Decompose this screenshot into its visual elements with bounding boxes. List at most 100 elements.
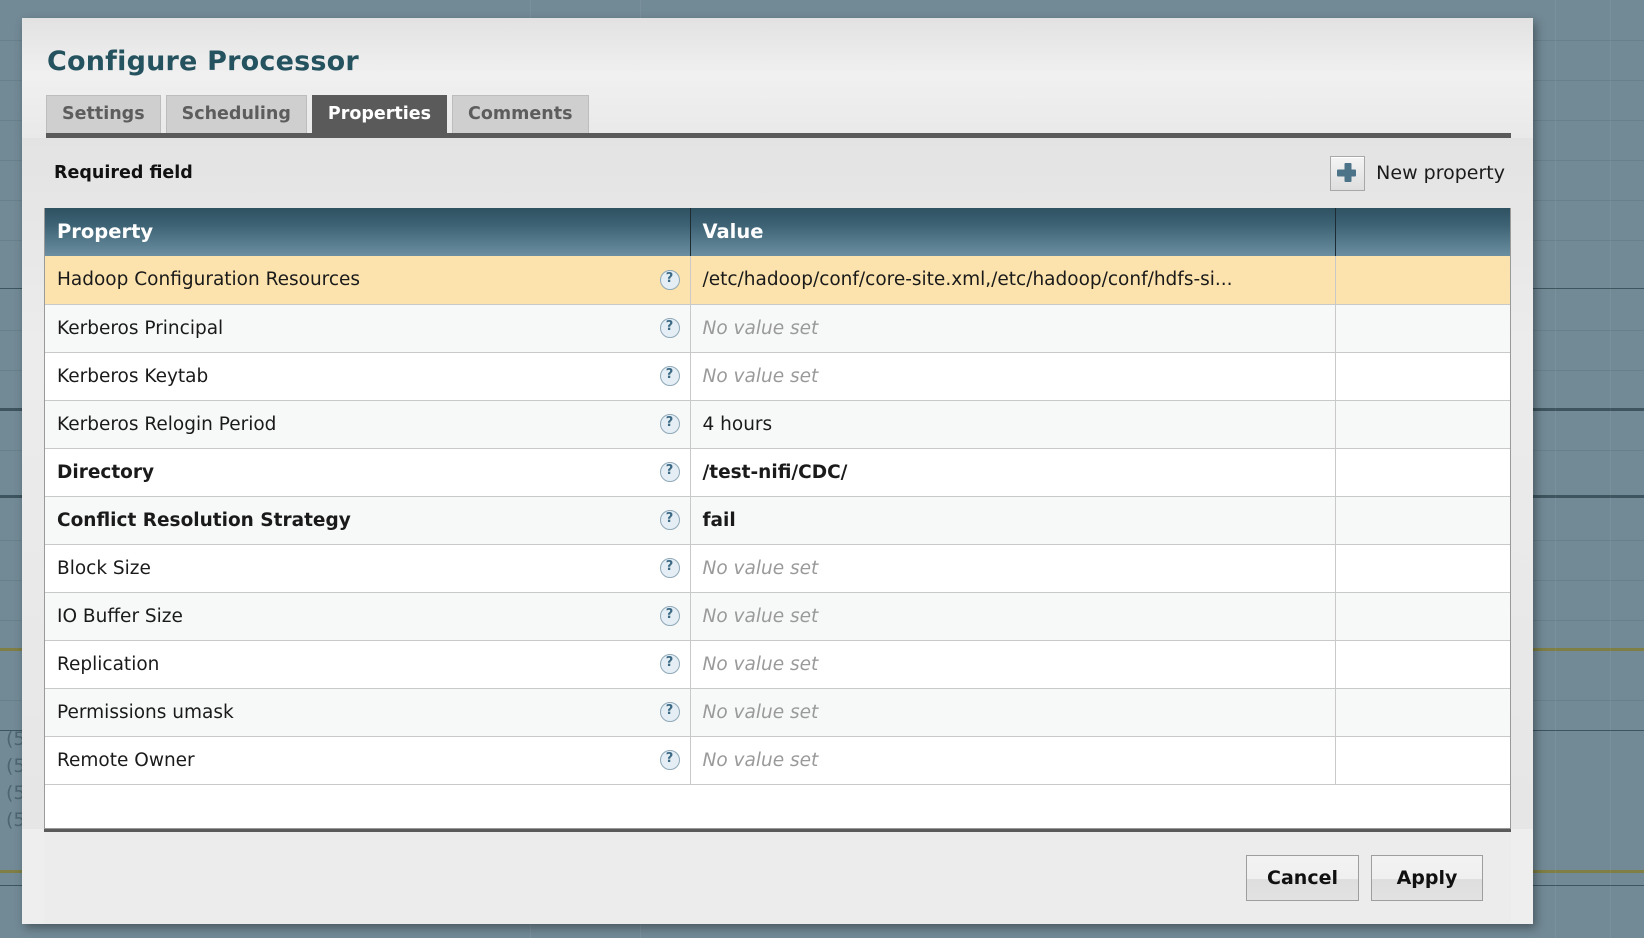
property-name: Kerberos Keytab (57, 366, 208, 387)
column-header-extra[interactable] (1335, 208, 1510, 256)
question-mark-icon[interactable]: ? (660, 510, 680, 530)
table-row[interactable]: Directory? /test-nifi/CDC/ (45, 448, 1510, 496)
property-name-cell[interactable]: Hadoop Configuration Resources? (45, 256, 690, 304)
property-value-cell[interactable]: 4 hours (690, 400, 1335, 448)
question-mark-icon[interactable]: ? (660, 462, 680, 482)
table-header-row: Property Value (45, 208, 1510, 256)
property-value: No value set (703, 366, 819, 387)
property-value: fail (703, 510, 736, 531)
property-name-cell[interactable]: Kerberos Keytab? (45, 352, 690, 400)
property-action-cell[interactable] (1335, 640, 1510, 688)
property-name: Permissions umask (57, 702, 234, 723)
apply-button[interactable]: Apply (1371, 855, 1483, 901)
property-value-cell[interactable]: No value set (690, 304, 1335, 352)
table-header: Property Value (45, 208, 1510, 256)
property-value-cell[interactable]: No value set (690, 688, 1335, 736)
question-mark-icon[interactable]: ? (660, 414, 680, 434)
question-mark-icon[interactable]: ? (660, 366, 680, 386)
dialog-footer: Cancel Apply (44, 829, 1511, 924)
page-title: Configure Processor (22, 18, 1533, 77)
table-row[interactable]: Kerberos Relogin Period? 4 hours (45, 400, 1510, 448)
table-row[interactable]: Hadoop Configuration Resources? /etc/hado… (45, 256, 1510, 304)
property-name-cell[interactable]: Conflict Resolution Strategy? (45, 496, 690, 544)
property-value-cell[interactable]: No value set (690, 736, 1335, 784)
property-name-cell[interactable]: Kerberos Relogin Period? (45, 400, 690, 448)
property-value: No value set (703, 750, 819, 771)
question-mark-icon[interactable]: ? (660, 654, 680, 674)
tab-scheduling[interactable]: Scheduling (166, 95, 307, 133)
property-value-cell[interactable]: /etc/hadoop/conf/core-site.xml,/etc/hado… (690, 256, 1335, 304)
property-name: Hadoop Configuration Resources (57, 269, 360, 290)
table-row[interactable]: Remote Owner? No value set (45, 736, 1510, 784)
property-value-cell[interactable]: No value set (690, 352, 1335, 400)
question-mark-icon[interactable]: ? (660, 606, 680, 626)
new-property-label: New property (1376, 162, 1505, 184)
property-value-cell[interactable]: No value set (690, 640, 1335, 688)
property-name: Remote Owner (57, 750, 195, 771)
property-action-cell[interactable] (1335, 736, 1510, 784)
property-action-cell[interactable] (1335, 304, 1510, 352)
new-property-button[interactable]: New property (1330, 156, 1505, 191)
property-name-cell[interactable]: Replication? (45, 640, 690, 688)
property-name-cell[interactable]: Directory? (45, 448, 690, 496)
property-action-cell[interactable] (1335, 544, 1510, 592)
tab-properties[interactable]: Properties (312, 95, 447, 133)
table-row[interactable]: Replication? No value set (45, 640, 1510, 688)
cancel-button[interactable]: Cancel (1246, 855, 1359, 901)
property-action-cell[interactable] (1335, 448, 1510, 496)
property-name: IO Buffer Size (57, 606, 183, 627)
table-row[interactable]: Conflict Resolution Strategy? fail (45, 496, 1510, 544)
question-mark-icon[interactable]: ? (660, 318, 680, 338)
table-row[interactable]: Kerberos Keytab? No value set (45, 352, 1510, 400)
question-mark-icon[interactable]: ? (660, 702, 680, 722)
tab-settings[interactable]: Settings (46, 95, 161, 133)
property-name: Block Size (57, 558, 151, 579)
properties-panel: Required field New property Property Val… (22, 138, 1533, 829)
property-name-cell[interactable]: Block Size? (45, 544, 690, 592)
property-action-cell[interactable] (1335, 400, 1510, 448)
property-name-cell[interactable]: IO Buffer Size? (45, 592, 690, 640)
property-name-cell[interactable]: Remote Owner? (45, 736, 690, 784)
property-action-cell[interactable] (1335, 688, 1510, 736)
tab-comments[interactable]: Comments (452, 95, 588, 133)
table-row[interactable]: Permissions umask? No value set (45, 688, 1510, 736)
property-value: No value set (703, 558, 819, 579)
canvas-gridline (1555, 0, 1556, 938)
property-value: No value set (703, 318, 819, 339)
plus-icon[interactable] (1330, 156, 1365, 191)
property-value-cell[interactable]: /test-nifi/CDC/ (690, 448, 1335, 496)
column-header-value[interactable]: Value (690, 208, 1335, 256)
configure-processor-dialog: Configure Processor Settings Scheduling … (22, 18, 1533, 924)
canvas-gridline (1610, 0, 1611, 938)
question-mark-icon[interactable]: ? (660, 750, 680, 770)
properties-table-container[interactable]: Property Value Hadoop Configuration Reso… (44, 208, 1511, 829)
column-header-property[interactable]: Property (45, 208, 690, 256)
question-mark-icon[interactable]: ? (660, 270, 680, 290)
property-action-cell[interactable] (1335, 592, 1510, 640)
table-row[interactable]: Block Size? No value set (45, 544, 1510, 592)
table-body: Hadoop Configuration Resources? /etc/hado… (45, 256, 1510, 784)
property-action-cell[interactable] (1335, 352, 1510, 400)
property-action-cell[interactable] (1335, 496, 1510, 544)
property-name-cell[interactable]: Kerberos Principal? (45, 304, 690, 352)
property-value: /test-nifi/CDC/ (703, 462, 848, 483)
table-row[interactable]: IO Buffer Size? No value set (45, 592, 1510, 640)
property-value: No value set (703, 654, 819, 675)
properties-toolbar: Required field New property (44, 138, 1511, 208)
property-value: No value set (703, 606, 819, 627)
properties-table: Property Value Hadoop Configuration Reso… (45, 208, 1510, 785)
property-name: Conflict Resolution Strategy (57, 510, 351, 531)
property-value: No value set (703, 702, 819, 723)
property-value-cell[interactable]: No value set (690, 544, 1335, 592)
property-action-cell[interactable] (1335, 256, 1510, 304)
table-row[interactable]: Kerberos Principal? No value set (45, 304, 1510, 352)
property-value-cell[interactable]: No value set (690, 592, 1335, 640)
property-value-cell[interactable]: fail (690, 496, 1335, 544)
property-value: 4 hours (703, 414, 773, 435)
property-name: Kerberos Relogin Period (57, 414, 276, 435)
property-name: Directory (57, 462, 154, 483)
property-name-cell[interactable]: Permissions umask? (45, 688, 690, 736)
question-mark-icon[interactable]: ? (660, 558, 680, 578)
property-value: /etc/hadoop/conf/core-site.xml,/etc/hado… (703, 269, 1233, 290)
tab-bar: Settings Scheduling Properties Comments (22, 77, 1533, 133)
